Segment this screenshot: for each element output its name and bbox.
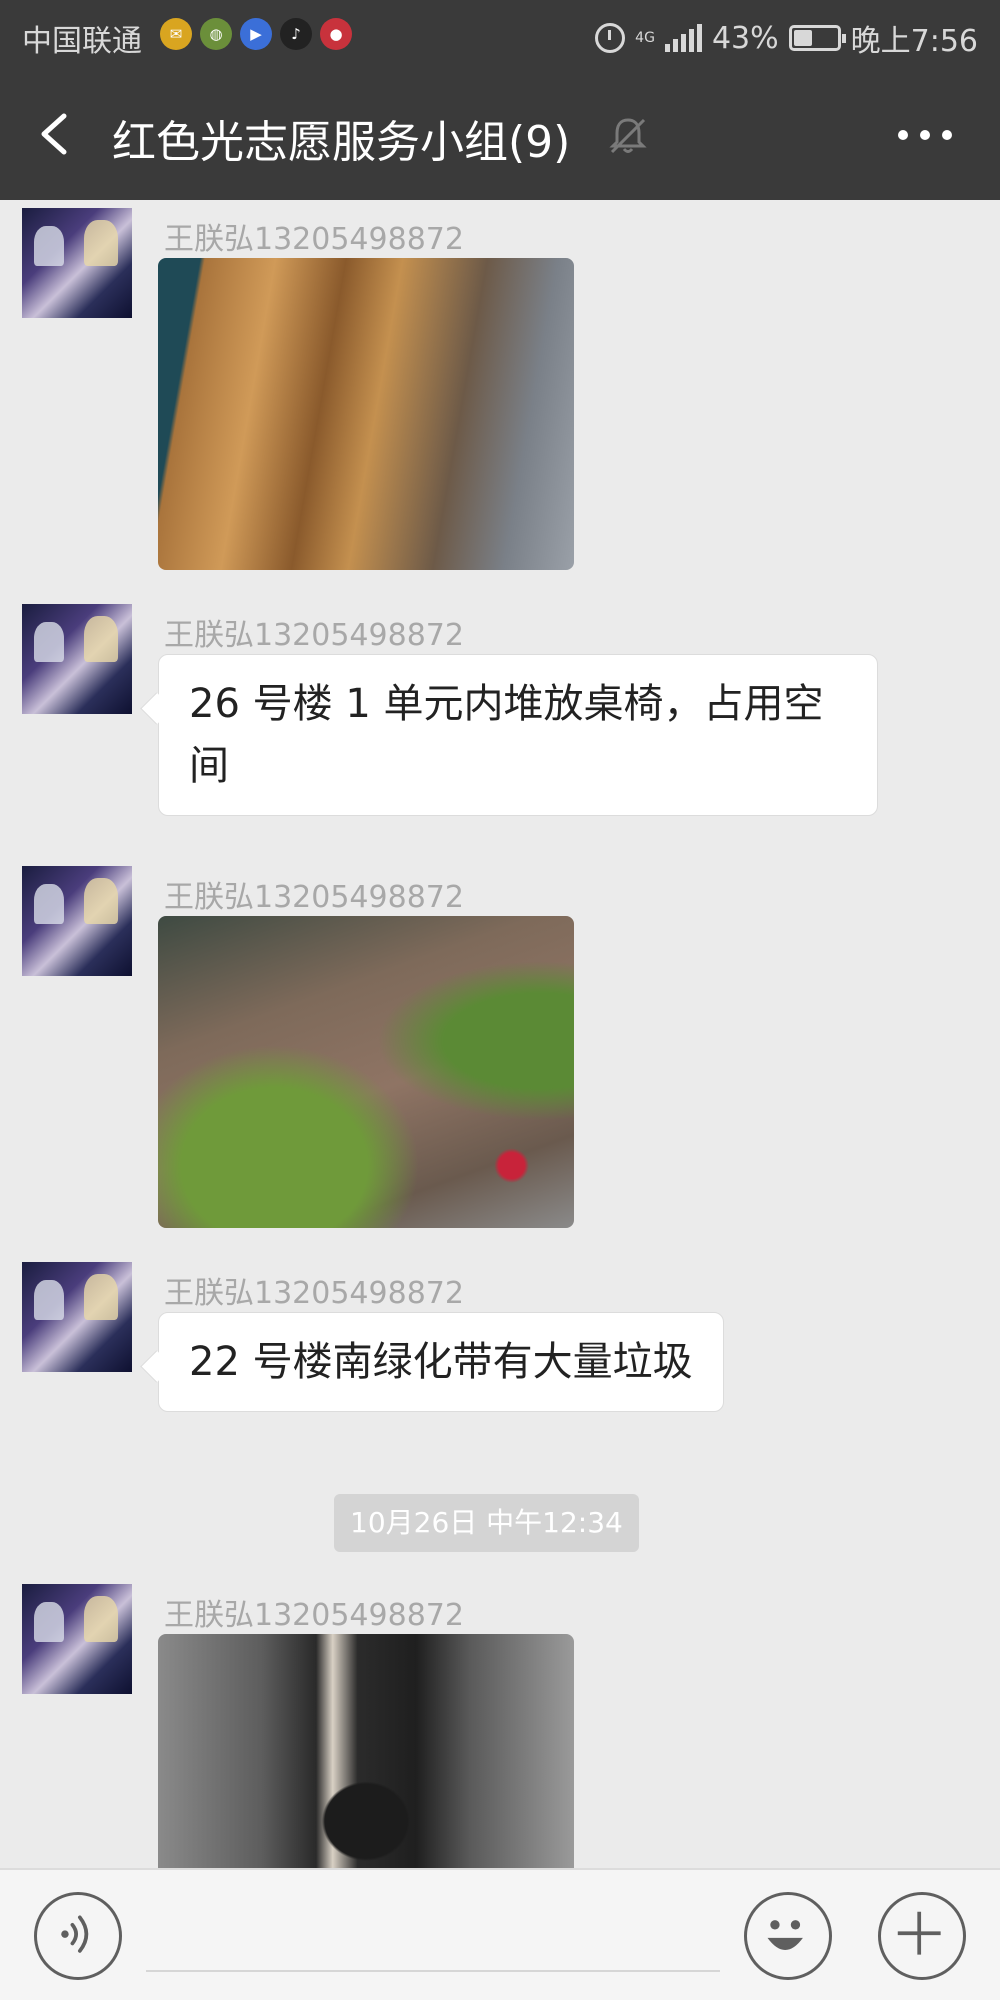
emoji-button[interactable] bbox=[744, 1892, 832, 1980]
sender-name: 王朕弘13205498872 bbox=[164, 1276, 464, 1311]
tiktok-icon: ♪ bbox=[280, 18, 312, 50]
message-timestamp: 10月26日 中午12:34 bbox=[334, 1494, 639, 1552]
back-button[interactable] bbox=[28, 100, 88, 168]
sender-avatar[interactable] bbox=[22, 604, 132, 714]
video-app-icon: ▶ bbox=[240, 18, 272, 50]
message-text-input[interactable] bbox=[146, 1898, 720, 1972]
sender-avatar[interactable] bbox=[22, 1584, 132, 1694]
more-dot-icon bbox=[920, 130, 930, 140]
red-app-icon: ● bbox=[320, 18, 352, 50]
signal-icon bbox=[664, 24, 702, 52]
sender-name: 王朕弘13205498872 bbox=[164, 222, 464, 257]
mute-bell-icon bbox=[609, 118, 647, 154]
more-options-button[interactable] bbox=[890, 108, 960, 162]
smiley-icon bbox=[767, 1920, 803, 1950]
plus-icon bbox=[897, 1911, 941, 1955]
message-bubble[interactable]: 26 号楼 1 单元内堆放桌椅，占用空间 bbox=[158, 654, 878, 816]
sender-avatar[interactable] bbox=[22, 208, 132, 318]
message-image[interactable] bbox=[158, 916, 574, 1228]
message-bubble[interactable]: 22 号楼南绿化带有大量垃圾 bbox=[158, 1312, 724, 1412]
sender-avatar[interactable] bbox=[22, 1262, 132, 1372]
more-functions-button[interactable] bbox=[878, 1892, 966, 1980]
sender-name: 王朕弘13205498872 bbox=[164, 880, 464, 915]
sender-name: 王朕弘13205498872 bbox=[164, 618, 464, 653]
battery-icon bbox=[788, 25, 846, 51]
status-app-icons: ✉ ◍ ▶ ♪ ● bbox=[160, 18, 352, 50]
clock: 晚上7:56 bbox=[850, 24, 978, 59]
more-dot-icon bbox=[942, 130, 952, 140]
network-type: 4G bbox=[635, 29, 655, 46]
message-image[interactable] bbox=[158, 1634, 574, 1868]
chat-header: 红色光志愿服务小组(9) bbox=[0, 68, 1000, 200]
sender-avatar[interactable] bbox=[22, 866, 132, 976]
mail-app-icon: ✉ bbox=[160, 18, 192, 50]
voice-icon bbox=[61, 1915, 89, 1953]
chat-title[interactable]: 红色光志愿服务小组(9) bbox=[112, 106, 570, 170]
alarm-icon bbox=[595, 23, 626, 53]
voice-input-button[interactable] bbox=[34, 1892, 122, 1980]
back-arrow-icon bbox=[41, 113, 67, 155]
sender-name: 王朕弘13205498872 bbox=[164, 1598, 464, 1633]
message-image[interactable] bbox=[158, 258, 574, 570]
more-dot-icon bbox=[898, 130, 908, 140]
chat-input-bar bbox=[0, 1868, 1000, 2000]
status-bar: 中国联通 ✉ ◍ ▶ ♪ ● 4G 43% 晚上7:56 bbox=[0, 0, 1000, 68]
app-green-icon: ◍ bbox=[200, 18, 232, 50]
carrier-name: 中国联通 bbox=[22, 24, 142, 59]
battery-percent: 43% bbox=[711, 20, 779, 56]
